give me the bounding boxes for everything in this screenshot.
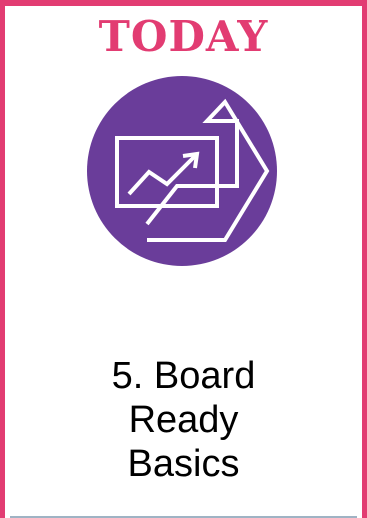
- lesson-card: TODAY 5. Board Ready Basics: [0, 0, 367, 518]
- lesson-title: 5. Board Ready Basics: [5, 354, 362, 486]
- icon-graphic: [87, 76, 277, 266]
- lesson-title-line-3: Basics: [127, 443, 240, 485]
- lesson-title-line-2: Ready: [128, 399, 239, 441]
- lesson-title-line-1: 5. Board: [111, 355, 256, 397]
- today-heading: TODAY: [98, 12, 269, 61]
- presentation-chart-arrow-icon: [87, 76, 277, 266]
